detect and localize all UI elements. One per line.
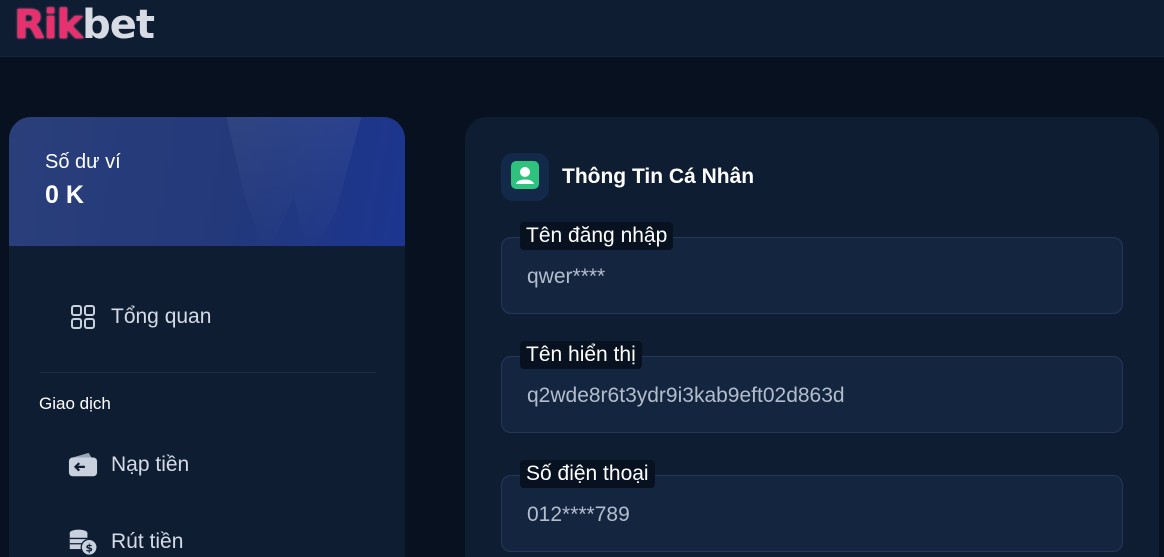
logo-part-bet: bet [82,2,155,48]
sidebar-divider [40,372,376,373]
sidebar-item-label: Tổng quan [111,305,212,328]
phone-label: Số điện thoại [520,460,655,488]
sidebar-item-label: Rút tiền [111,530,184,553]
phone-input[interactable] [527,503,1097,527]
logo-part-rik: Rik [14,2,83,48]
section-title-transactions: Giao dịch [39,394,111,413]
sidebar-item-deposit[interactable]: Nạp tiền [68,450,189,480]
sidebar-item-overview[interactable]: Tổng quan [68,302,211,332]
coins-icon: $ [68,527,98,557]
display-name-label: Tên hiển thị [520,341,642,369]
wallet-card: Số dư ví 0 K [9,117,405,246]
account-sidebar: Số dư ví 0 K Tổng quan Giao dịch Nạp tiề… [9,117,405,557]
wallet-balance-label: Số dư ví [45,151,121,173]
phone-field: Số điện thoại [501,460,1123,552]
profile-panel: Thông Tin Cá Nhân Tên đăng nhập Tên hiển… [465,117,1159,557]
page-title: Thông Tin Cá Nhân [562,165,755,188]
wallet-balance-amount: 0 K [45,181,84,209]
sidebar-item-label: Nạp tiền [111,453,190,476]
display-name-input[interactable] [527,384,1097,408]
profile-header: Thông Tin Cá Nhân [501,153,754,201]
top-bar: Rik bet [0,0,1164,57]
username-field: Tên đăng nhập [501,222,1123,314]
user-icon [510,160,540,195]
grid-icon [68,302,98,332]
username-input[interactable] [527,265,1097,289]
sidebar-item-withdraw[interactable]: $ Rút tiền [68,527,183,557]
wallet-icon [68,450,98,480]
display-name-field: Tên hiển thị [501,341,1123,433]
profile-icon-badge [501,153,549,201]
wallet-decoration [224,117,364,246]
rikbet-logo[interactable]: Rik bet [14,2,155,48]
svg-text:$: $ [85,543,92,555]
username-label: Tên đăng nhập [520,222,674,250]
